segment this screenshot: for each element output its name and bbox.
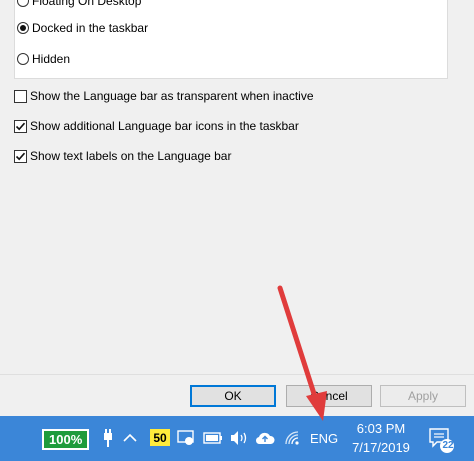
checkbox-checked[interactable] <box>14 119 27 133</box>
cancel-button[interactable]: Cancel <box>286 385 372 407</box>
language-bar-position-group <box>14 0 448 79</box>
checkbox-label: Show the Language bar as transparent whe… <box>30 89 314 103</box>
radio-hidden[interactable]: Hidden <box>17 52 70 66</box>
taskbar: 100% 50 ENG 6:03 PM 7/17/2019 22 <box>0 416 474 461</box>
checkmark-icon <box>15 152 26 160</box>
radio-button[interactable] <box>17 53 29 65</box>
wifi-icon[interactable] <box>283 428 303 448</box>
clock-time: 6:03 PM <box>356 421 406 436</box>
checkbox-additional-icons[interactable]: Show additional Language bar icons in th… <box>14 119 299 133</box>
radio-label: Docked in the taskbar <box>32 21 149 35</box>
radio-label: Floating On Desktop <box>32 0 142 8</box>
radio-button-selected[interactable] <box>17 22 29 34</box>
input-language-indicator[interactable]: ENG <box>310 431 338 446</box>
apply-button[interactable]: Apply <box>380 385 466 407</box>
chevron-up-icon[interactable] <box>122 430 138 446</box>
checkbox-label: Show additional Language bar icons in th… <box>30 119 299 133</box>
notification-count-badge: 22 <box>442 440 454 451</box>
tray-app-badge[interactable]: 50 <box>150 429 170 446</box>
dialog-button-bar: OK Cancel Apply <box>0 374 474 417</box>
cloud-upload-icon[interactable] <box>255 428 275 448</box>
checkbox-transparent-when-inactive[interactable]: Show the Language bar as transparent whe… <box>14 89 314 103</box>
plug-icon[interactable] <box>100 428 116 448</box>
checkbox[interactable] <box>14 89 27 103</box>
clock[interactable]: 6:03 PM 7/17/2019 <box>345 419 417 457</box>
radio-button[interactable] <box>17 0 29 7</box>
battery-percentage[interactable]: 100% <box>42 429 90 450</box>
ok-button[interactable]: OK <box>190 385 276 407</box>
radio-label: Hidden <box>32 52 71 66</box>
action-center-icon[interactable]: 22 <box>428 426 456 454</box>
checkbox-label: Show text labels on the Language bar <box>30 149 232 163</box>
checkbox-text-labels[interactable]: Show text labels on the Language bar <box>14 149 231 163</box>
volume-icon[interactable] <box>229 428 249 448</box>
radio-docked-in-taskbar[interactable]: Docked in the taskbar <box>17 21 148 35</box>
clock-date: 7/17/2019 <box>352 440 410 455</box>
battery-icon[interactable] <box>203 429 223 447</box>
checkbox-checked[interactable] <box>14 149 27 163</box>
meet-now-icon[interactable] <box>176 428 196 448</box>
language-bar-settings-dialog: Floating On Desktop Docked in the taskba… <box>0 0 474 417</box>
radio-floating-on-desktop[interactable]: Floating On Desktop <box>17 0 141 8</box>
checkmark-icon <box>15 122 26 130</box>
